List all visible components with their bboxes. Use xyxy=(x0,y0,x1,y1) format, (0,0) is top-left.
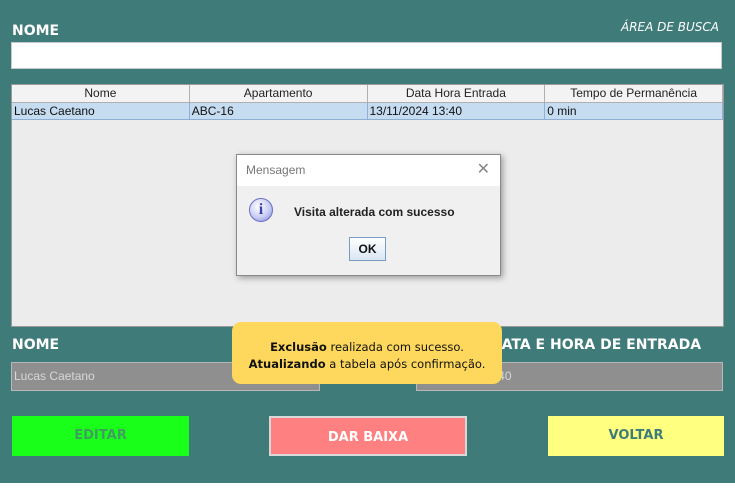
toast-line1-text: realizada com sucesso. xyxy=(326,340,464,354)
message-dialog: Mensagem ✕ i Visita alterada com sucesso… xyxy=(236,154,501,276)
table-header: Nome Apartamento Data Hora Entrada Tempo… xyxy=(12,85,723,103)
ok-button[interactable]: OK xyxy=(349,237,386,261)
info-icon: i xyxy=(249,198,273,222)
nome-label: NOME xyxy=(12,23,60,39)
close-icon[interactable]: ✕ xyxy=(477,159,490,178)
voltar-button[interactable]: VOLTAR xyxy=(548,416,724,456)
dialog-titlebar: Mensagem ✕ xyxy=(237,155,500,186)
detail-nome-label: NOME xyxy=(12,337,60,353)
dialog-message: Visita alterada com sucesso xyxy=(294,205,455,219)
cell-apartamento: ABC-16 xyxy=(190,103,368,119)
toast-line2-text: a tabela após confirmação. xyxy=(325,357,486,371)
toast-line2-bold: Atualizando xyxy=(248,357,326,371)
search-input[interactable] xyxy=(11,42,722,69)
column-header-tempo-permanencia[interactable]: Tempo de Permanência xyxy=(545,85,723,102)
dialog-title: Mensagem xyxy=(246,163,306,177)
cell-nome: Lucas Caetano xyxy=(12,103,190,119)
cell-tempo-permanencia: 0 min xyxy=(545,103,723,119)
table-row[interactable]: Lucas Caetano ABC-16 13/11/2024 13:40 0 … xyxy=(12,103,723,120)
detail-data-label: DATA E HORA DE ENTRADA xyxy=(490,337,702,353)
column-header-nome[interactable]: Nome xyxy=(12,85,190,102)
notification-toast: Exclusão realizada com sucesso. Atualiza… xyxy=(232,322,502,384)
dar-baixa-button[interactable]: DAR BAIXA xyxy=(269,416,467,456)
bottom-edge xyxy=(0,483,735,488)
toast-line1-bold: Exclusão xyxy=(270,340,327,354)
column-header-data-hora-entrada[interactable]: Data Hora Entrada xyxy=(368,85,546,102)
editar-button[interactable]: EDITAR xyxy=(12,416,189,456)
area-busca-label: ÁREA DE BUSCA xyxy=(620,20,719,34)
column-header-apartamento[interactable]: Apartamento xyxy=(190,85,368,102)
cell-data-hora-entrada: 13/11/2024 13:40 xyxy=(368,103,546,119)
